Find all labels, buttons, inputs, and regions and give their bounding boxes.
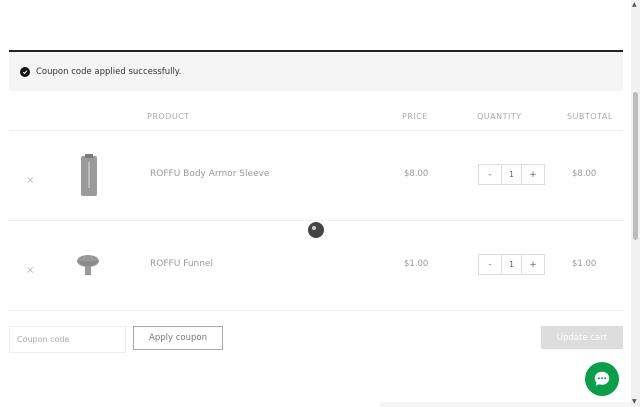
header-quantity: QUANTITY — [477, 112, 522, 121]
header-subtotal: SUBTOTAL — [567, 112, 613, 121]
product-thumbnail[interactable] — [61, 148, 117, 204]
decrease-qty-button[interactable]: - — [479, 165, 501, 184]
chat-launcher-button[interactable] — [585, 362, 619, 396]
header-product: PRODUCT — [147, 112, 190, 121]
increase-qty-button[interactable]: + — [522, 255, 544, 274]
quantity-input[interactable]: 1 — [501, 165, 522, 184]
quantity-input[interactable]: 1 — [501, 255, 522, 274]
bottom-edge-panel — [380, 402, 631, 407]
apply-coupon-button[interactable]: Apply coupon — [133, 326, 223, 350]
scrollbar-thumb[interactable] — [633, 92, 638, 240]
decrease-qty-button[interactable]: - — [479, 255, 501, 274]
product-price: $1.00 — [404, 259, 429, 269]
quantity-stepper: - 1 + — [478, 254, 545, 275]
loading-spinner-icon — [308, 222, 324, 238]
coupon-success-notice: Coupon code applied successfully. — [9, 50, 623, 91]
remove-item-button[interactable]: × — [26, 175, 34, 186]
header-price: PRICE — [402, 112, 428, 121]
update-cart-button[interactable]: Update cart — [541, 326, 623, 349]
product-subtotal: $8.00 — [572, 169, 597, 179]
product-thumbnail[interactable] — [61, 238, 117, 294]
quantity-stepper: - 1 + — [478, 164, 545, 185]
product-price: $8.00 — [404, 169, 429, 179]
product-subtotal: $1.00 — [572, 259, 597, 269]
chat-bubble-icon — [594, 371, 610, 386]
table-row: × ROFFU Body Armor Sleeve $8.00 - 1 + $8… — [9, 131, 623, 221]
check-circle-icon — [20, 66, 30, 77]
product-name-link[interactable]: ROFFU Funnel — [150, 259, 213, 269]
increase-qty-button[interactable]: + — [522, 165, 544, 184]
remove-item-button[interactable]: × — [26, 265, 34, 276]
page-scrollbar[interactable]: ▲ ▼ — [631, 0, 640, 407]
scroll-up-arrow-icon[interactable]: ▲ — [632, 1, 637, 8]
scroll-down-arrow-icon[interactable]: ▼ — [632, 398, 637, 405]
notice-message: Coupon code applied successfully. — [36, 66, 182, 77]
product-name-link[interactable]: ROFFU Body Armor Sleeve — [150, 169, 269, 179]
coupon-code-input[interactable] — [9, 326, 126, 353]
